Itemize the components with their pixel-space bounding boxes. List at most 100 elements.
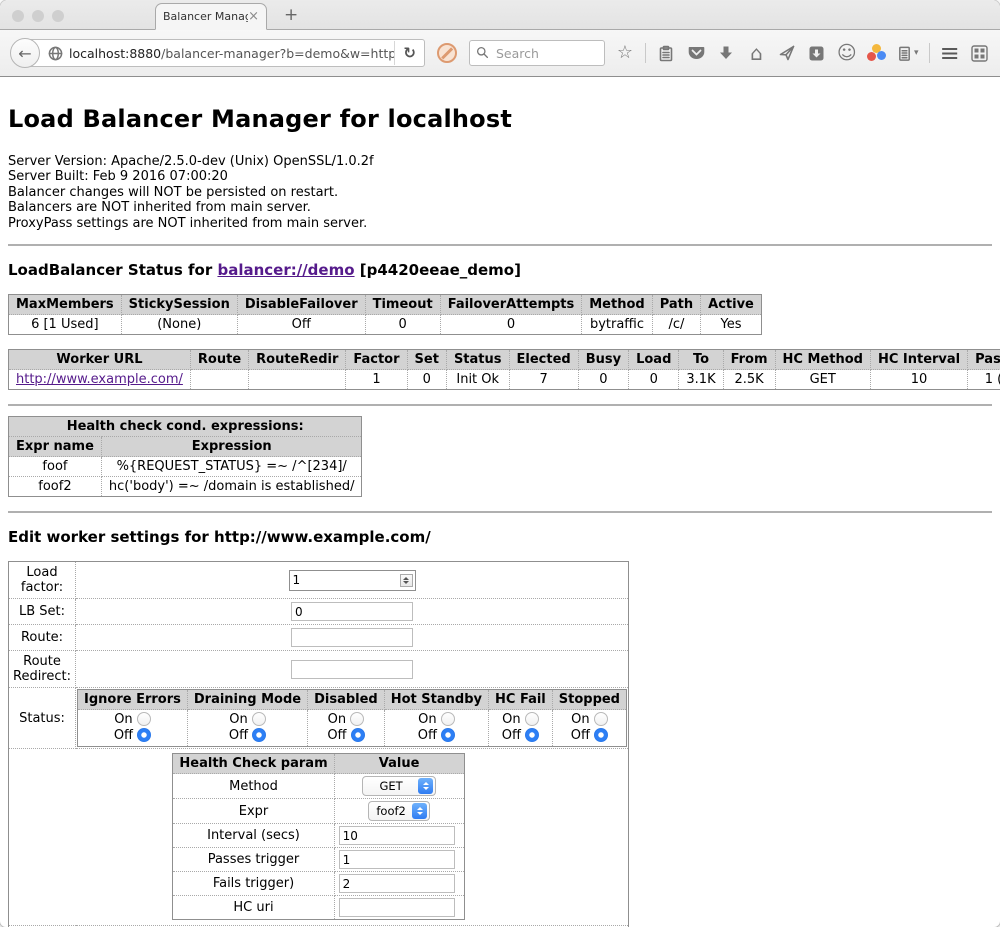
draining-mode-on-radio[interactable] <box>252 712 266 726</box>
cell-passes: 1 (0) <box>968 370 1000 390</box>
cell-set: 0 <box>407 370 446 390</box>
hot-standby-off-radio[interactable] <box>441 728 455 742</box>
status-cell-hot-standby: On Off <box>384 710 488 747</box>
disabled-on-radio[interactable] <box>350 712 364 726</box>
search-bar[interactable] <box>469 40 605 66</box>
reload-icon[interactable]: ↻ <box>394 41 424 65</box>
pocket-icon[interactable] <box>686 45 706 61</box>
hc-fail-on-radio[interactable] <box>525 712 539 726</box>
server-version-line: Server Version: Apache/2.5.0-dev (Unix) … <box>8 154 992 169</box>
hc-fail-off-radio[interactable] <box>525 728 539 742</box>
balancer-status-table: MaxMembers StickySession DisableFailover… <box>8 294 762 335</box>
cell-expr-name: foof <box>9 457 102 477</box>
back-arrow-icon: ← <box>18 44 31 63</box>
extension-dots-icon[interactable] <box>867 44 887 62</box>
bookmarks-clipboard-icon[interactable] <box>656 45 676 62</box>
column-header: Ignore Errors <box>78 690 188 710</box>
hc-uri-input[interactable] <box>339 898 455 917</box>
search-input[interactable] <box>494 45 598 62</box>
url-host: localhost:8880 <box>69 46 161 61</box>
off-label: Off <box>229 728 248 743</box>
window-minimize-button[interactable] <box>32 10 44 22</box>
column-header: Factor <box>346 350 407 370</box>
feedback-smiley-icon[interactable]: ☺ <box>837 44 857 63</box>
form-row-status: Status: Ignore Errors Draining Mode Disa… <box>9 688 629 749</box>
hc-fails-input[interactable] <box>339 874 455 893</box>
form-row-route: Route: <box>9 625 629 651</box>
sidebar-clipboard-icon[interactable]: ▾ <box>897 45 919 62</box>
cell-routeredir <box>249 370 346 390</box>
cell-timeout: 0 <box>365 315 440 335</box>
server-built-line: Server Built: Feb 9 2016 07:00:20 <box>8 169 992 184</box>
home-icon[interactable]: ⌂ <box>746 43 766 63</box>
globe-icon[interactable] <box>48 46 63 61</box>
hot-standby-on-radio[interactable] <box>441 712 455 726</box>
url-text[interactable]: localhost:8880/balancer-manager?b=demo&w… <box>69 46 394 61</box>
toolbar-separator <box>645 43 646 63</box>
screenshot-grid-icon[interactable] <box>970 45 990 62</box>
column-header: Load <box>629 350 679 370</box>
tab-balancer-manager[interactable]: Balancer Manager × <box>155 3 267 30</box>
hc-passes-input[interactable] <box>339 850 455 869</box>
route-redirect-input[interactable] <box>291 660 413 679</box>
window-zoom-button[interactable] <box>52 10 64 22</box>
column-header: Path <box>652 295 700 315</box>
ignore-errors-off-radio[interactable] <box>137 728 151 742</box>
draining-mode-off-radio[interactable] <box>252 728 266 742</box>
off-label: Off <box>571 728 590 743</box>
off-label: Off <box>114 728 133 743</box>
column-header: Active <box>701 295 762 315</box>
back-button[interactable]: ← <box>10 38 40 68</box>
download-icon[interactable] <box>716 45 736 61</box>
column-header: Set <box>407 350 446 370</box>
worker-url-link[interactable]: http://www.example.com/ <box>16 372 183 387</box>
proxypass-note-line: ProxyPass settings are NOT inherited fro… <box>8 216 992 231</box>
hc-method-select[interactable]: GET <box>362 776 436 796</box>
form-row-route-redirect: Route Redirect: <box>9 651 629 688</box>
inherit-note-line: Balancers are NOT inherited from main se… <box>8 200 992 215</box>
divider <box>8 404 992 406</box>
menu-hamburger-icon[interactable]: ≡ <box>940 41 960 65</box>
load-factor-field-wrap <box>289 570 416 591</box>
column-header: HC Interval <box>870 350 967 370</box>
status-cell-ignore-errors: On Off <box>78 710 188 747</box>
route-redirect-label: Route Redirect: <box>9 651 76 688</box>
column-header: Elected <box>509 350 578 370</box>
toolbar-icons: ☆ ⌂ <box>615 41 990 65</box>
balancer-link[interactable]: balancer://demo <box>217 261 354 279</box>
number-stepper-icon[interactable] <box>400 574 413 587</box>
route-input[interactable] <box>291 628 413 647</box>
load-factor-input[interactable] <box>290 573 400 587</box>
form-row-load-factor: Load factor: <box>9 562 629 599</box>
cell-expression: %{REQUEST_STATUS} =~ /^[234]/ <box>101 457 362 477</box>
stopped-on-radio[interactable] <box>594 712 608 726</box>
disabled-off-radio[interactable] <box>351 728 365 742</box>
hc-expr-select[interactable]: foof2 <box>368 801 430 821</box>
send-icon[interactable] <box>777 45 797 61</box>
stopped-off-radio[interactable] <box>594 728 608 742</box>
hc-uri-label: HC uri <box>173 896 334 920</box>
content-blocked-icon[interactable] <box>437 43 457 63</box>
chevron-down-icon[interactable]: ▾ <box>914 48 919 58</box>
cell-worker-url: http://www.example.com/ <box>9 370 191 390</box>
cell-expr-name: foof2 <box>9 477 102 497</box>
lb-set-input[interactable] <box>291 602 413 621</box>
tab-close-icon[interactable]: × <box>248 10 259 23</box>
download-panel-icon[interactable] <box>807 46 827 61</box>
heading-suffix: [p4420eeae_demo] <box>355 261 521 279</box>
cell-to: 3.1K <box>679 370 723 390</box>
column-header: Health Check param <box>173 754 334 774</box>
tab-title: Balancer Manager <box>163 10 248 23</box>
hc-interval-input[interactable] <box>339 826 455 845</box>
window-close-button[interactable] <box>12 10 24 22</box>
new-tab-button[interactable]: + <box>284 5 298 25</box>
edit-worker-heading: Edit worker settings for http://www.exam… <box>8 528 992 546</box>
column-header: Stopped <box>552 690 626 710</box>
cell-hc-interval: 10 <box>870 370 967 390</box>
ignore-errors-on-radio[interactable] <box>137 712 151 726</box>
off-label: Off <box>502 728 521 743</box>
bookmark-star-icon[interactable]: ☆ <box>615 44 635 62</box>
on-label: On <box>571 712 589 727</box>
url-bar[interactable]: localhost:8880/balancer-manager?b=demo&w… <box>25 39 425 67</box>
window-controls[interactable] <box>12 10 64 22</box>
